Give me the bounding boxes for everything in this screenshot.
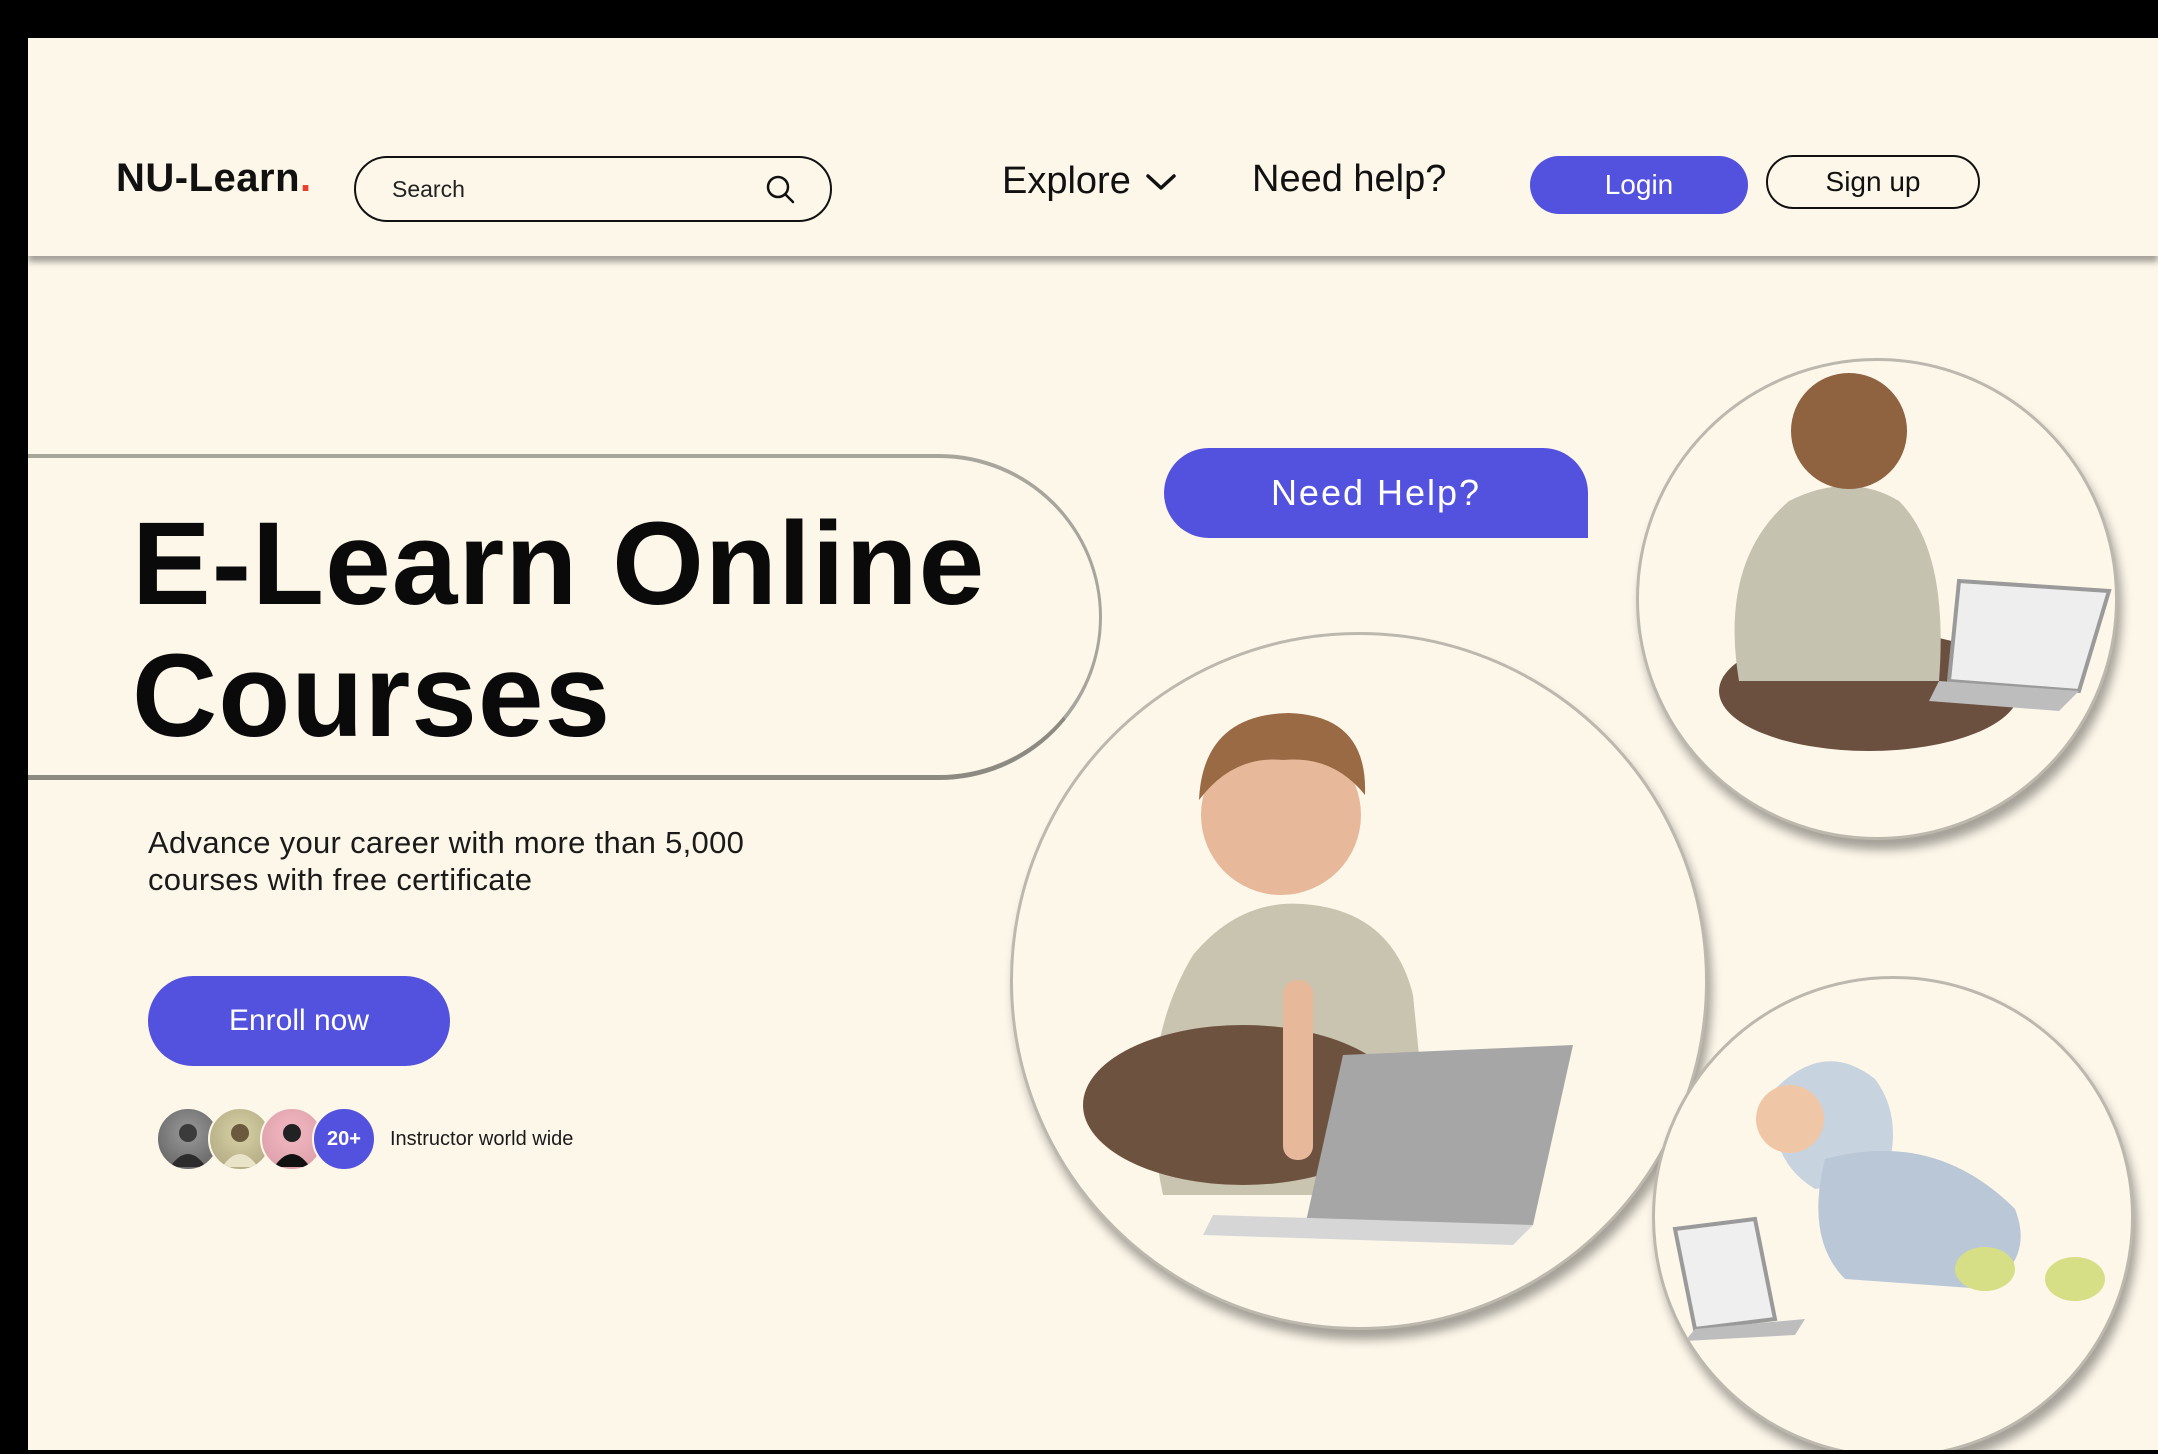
login-button[interactable]: Login	[1530, 156, 1748, 214]
boy-laptop-illustration	[1083, 713, 1573, 1245]
instructor-avatars: 20+ Instructor world wide	[156, 1107, 574, 1171]
hero-title-line2: Courses	[132, 630, 612, 762]
logo-text: NU-Learn	[116, 156, 301, 200]
top-nav-bar: NU-Learn. Explore Need help? Login Sign …	[28, 38, 2158, 256]
brand-logo[interactable]: NU-Learn.	[116, 156, 312, 201]
page-frame: NU-Learn. Explore Need help? Login Sign …	[28, 38, 2158, 1450]
toddler-illustration	[1672, 1061, 2105, 1341]
search-icon[interactable]	[764, 173, 796, 205]
explore-label: Explore	[1002, 160, 1131, 202]
subtitle-line1: Advance your career with more than 5,000	[148, 825, 745, 860]
hero-subtitle: Advance your career with more than 5,000…	[148, 824, 848, 898]
search-bar[interactable]	[354, 156, 832, 222]
logo-dot: .	[300, 156, 312, 200]
chevron-down-icon	[1146, 173, 1176, 190]
image-toddler-laptop	[1652, 976, 2134, 1450]
enroll-now-button[interactable]: Enroll now	[148, 976, 450, 1066]
instructor-label: Instructor world wide	[390, 1127, 574, 1150]
subtitle-line2: courses with free certificate	[148, 862, 533, 897]
hero-title: E-Learn Online Courses	[132, 498, 985, 762]
need-help-chat-button[interactable]: Need Help?	[1164, 448, 1588, 538]
hero-image-boy-laptop	[1010, 632, 1708, 1330]
signup-button[interactable]: Sign up	[1766, 155, 1980, 209]
need-help-link[interactable]: Need help?	[1252, 158, 1446, 201]
search-input[interactable]	[390, 174, 764, 204]
explore-menu[interactable]: Explore	[1002, 160, 1177, 203]
hero-title-line1: E-Learn Online	[132, 498, 986, 630]
instructor-count-badge: 20+	[312, 1107, 376, 1171]
image-boy-back-view	[1636, 358, 2118, 840]
boy-back-illustration	[1719, 373, 2112, 751]
